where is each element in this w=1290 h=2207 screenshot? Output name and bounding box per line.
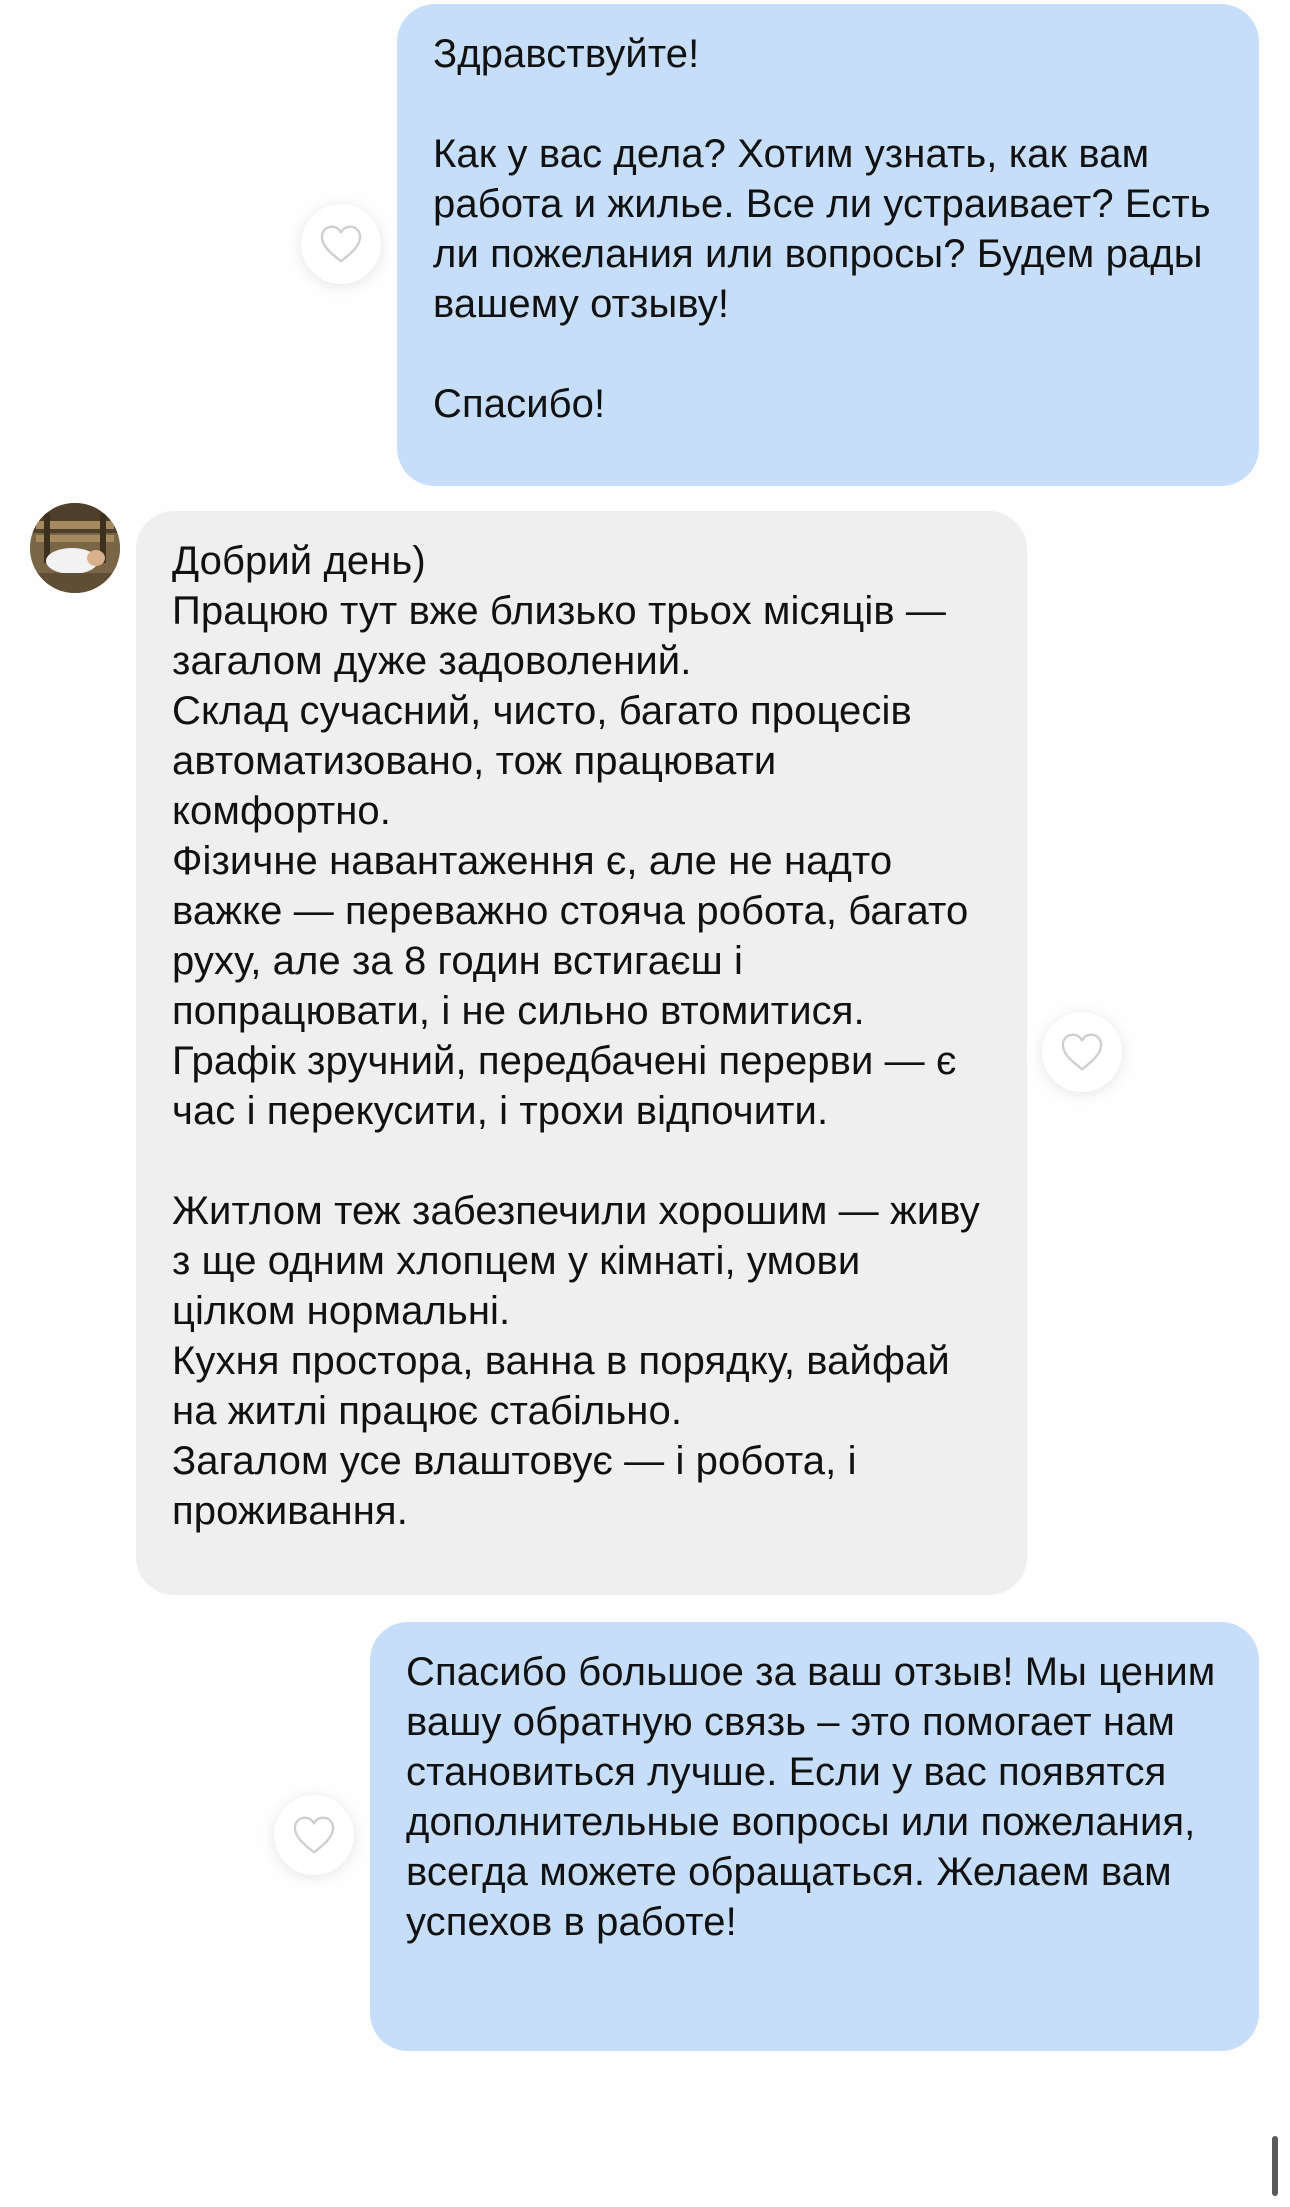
message-text: Спасибо большое за ваш отзыв! Мы ценим в… xyxy=(406,1650,1227,1944)
message-text: Здравствуйте! Как у вас дела? Хотим узна… xyxy=(433,32,1211,426)
outgoing-message-bubble[interactable]: Здравствуйте! Как у вас дела? Хотим узна… xyxy=(397,4,1259,486)
user-avatar[interactable] xyxy=(30,503,120,593)
like-button[interactable] xyxy=(1042,1012,1122,1092)
heart-outline-icon xyxy=(293,1816,335,1854)
like-button[interactable] xyxy=(274,1795,354,1875)
heart-outline-icon xyxy=(1061,1033,1103,1071)
avatar-photo xyxy=(30,503,120,593)
like-button[interactable] xyxy=(301,204,381,284)
outgoing-message-bubble[interactable]: Спасибо большое за ваш отзыв! Мы ценим в… xyxy=(370,1622,1259,2051)
message-text: Добрий день) Працюю тут вже близько трьо… xyxy=(172,539,980,1533)
scroll-indicator[interactable] xyxy=(1272,2136,1278,2196)
incoming-message-bubble[interactable]: Добрий день) Працюю тут вже близько трьо… xyxy=(136,511,1027,1595)
heart-outline-icon xyxy=(320,225,362,263)
